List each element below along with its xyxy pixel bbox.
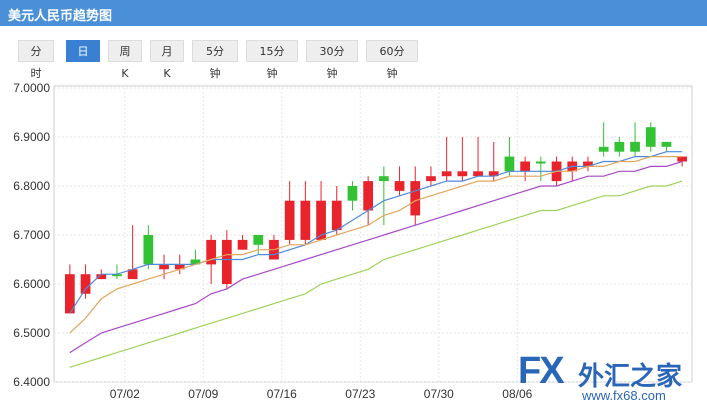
candle-body xyxy=(441,171,452,177)
y-tick-label: 6.6000 xyxy=(13,277,50,291)
candle-body xyxy=(630,141,640,152)
y-tick-label: 6.7000 xyxy=(13,228,50,242)
candle-body xyxy=(520,161,531,172)
y-tick-label: 6.5000 xyxy=(13,326,50,340)
candle-body xyxy=(174,264,185,270)
candle-body xyxy=(677,156,688,162)
candle-body xyxy=(363,181,374,211)
candle-body xyxy=(598,146,609,152)
candle-body xyxy=(394,181,405,191)
candle-body xyxy=(269,239,279,260)
candle-body xyxy=(143,235,154,265)
candle-body xyxy=(112,274,122,277)
candle-body xyxy=(614,141,625,152)
tab-60min[interactable]: 60分钟 xyxy=(366,40,418,80)
cnfol-watermark: CNFOL.COM xyxy=(566,120,657,137)
y-tick-label: 6.4000 xyxy=(13,375,50,389)
candle-body xyxy=(221,239,232,284)
candle-body xyxy=(347,186,358,201)
ma-line-1 xyxy=(69,151,683,314)
candle-body xyxy=(488,171,499,177)
candle-body xyxy=(253,235,264,245)
x-tick-label: 07/23 xyxy=(345,387,375,401)
tab-15min[interactable]: 15分钟 xyxy=(246,40,298,80)
x-tick-label: 07/30 xyxy=(424,387,454,401)
candle-body xyxy=(410,181,421,216)
fx-logo-url: www.fx68.com xyxy=(582,388,666,403)
candle-body xyxy=(583,161,593,167)
candle-body xyxy=(331,200,342,231)
candle-body xyxy=(535,161,546,164)
ma-line-3 xyxy=(69,160,683,354)
candle-body xyxy=(378,176,389,182)
ma-line-4 xyxy=(69,180,683,368)
candle-body xyxy=(551,161,562,182)
ma-line-2 xyxy=(69,156,683,334)
candle-body xyxy=(300,200,311,240)
candle-body xyxy=(284,200,295,240)
chart-header: 美元人民币趋势图 xyxy=(0,0,707,26)
y-tick-label: 6.8000 xyxy=(13,179,50,193)
candle-body xyxy=(127,269,138,280)
tab-weekly-k[interactable]: 周K xyxy=(108,40,142,80)
y-tick-label: 6.9000 xyxy=(13,130,50,144)
tab-monthly-k[interactable]: 月K xyxy=(150,40,184,80)
candle-body xyxy=(190,259,201,265)
chart-title: 美元人民币趋势图 xyxy=(8,9,113,24)
tab-30min[interactable]: 30分钟 xyxy=(306,40,358,80)
candle-body xyxy=(64,274,75,314)
candle-body xyxy=(661,141,672,147)
candle-body xyxy=(237,239,248,250)
fx-logo: FX xyxy=(518,350,565,392)
candle-body xyxy=(426,176,436,182)
candle-body xyxy=(206,239,217,265)
candle-body xyxy=(316,200,326,240)
tab-daily-k[interactable]: 日K xyxy=(66,40,100,80)
candle-body xyxy=(457,171,468,177)
candle-body xyxy=(159,264,169,270)
candle-body xyxy=(504,156,515,172)
x-tick-label: 07/16 xyxy=(267,387,297,401)
candle-body xyxy=(473,171,483,177)
x-tick-label: 07/02 xyxy=(110,387,140,401)
tab-minute[interactable]: 分时 xyxy=(18,40,54,80)
candle-body xyxy=(96,274,107,280)
candle-body xyxy=(567,161,578,172)
x-tick-label: 07/09 xyxy=(188,387,218,401)
tab-5min[interactable]: 5分钟 xyxy=(192,40,238,80)
candle-body xyxy=(80,274,91,294)
